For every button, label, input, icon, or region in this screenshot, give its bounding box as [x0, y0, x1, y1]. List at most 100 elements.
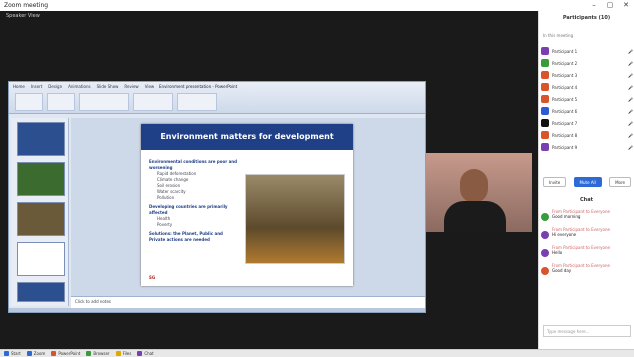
participant-row[interactable]: Participant 8 🎤	[541, 129, 633, 141]
slide-thumbnail[interactable]	[17, 202, 65, 236]
participant-row[interactable]: Participant 4 🎤	[541, 81, 633, 93]
avatar	[541, 131, 549, 139]
participant-name: Participant 3	[552, 72, 578, 78]
bullet: Developing countries are primarily affec…	[149, 204, 228, 215]
close-button[interactable]: ✕	[618, 0, 634, 11]
speaker-video[interactable]	[426, 153, 532, 232]
message-text: From Participant to Everyone Good morning	[552, 209, 610, 221]
avatar	[541, 47, 549, 55]
mic-icon[interactable]: 🎤	[628, 97, 633, 102]
current-slide[interactable]: Environment matters for development Envi…	[141, 124, 353, 286]
taskbar-item[interactable]: Chat	[137, 351, 154, 356]
chat-message: From Participant to Everyone Good day	[541, 263, 633, 275]
slide-thumbnail[interactable]	[17, 122, 65, 156]
sub-bullet: Poverty	[157, 222, 173, 227]
mic-icon[interactable]: 🎤	[628, 49, 633, 54]
slide-thumbnail[interactable]	[17, 242, 65, 276]
chat-message: From Participant to Everyone Hi everyone	[541, 227, 633, 239]
tab-animations[interactable]: Animations	[68, 84, 90, 89]
slide-photo	[245, 174, 345, 264]
participant-name: Participant 6	[552, 108, 578, 114]
window-controls: – ▢ ✕	[586, 0, 634, 11]
app-icon	[51, 351, 57, 356]
doc-title: Environment presentation - PowerPoint	[159, 84, 238, 89]
chat-message: From Participant to Everyone Hello	[541, 245, 633, 257]
participant-list: Participant 1 🎤 Participant 2 🎤 Participant …	[541, 45, 633, 153]
ppt-ribbon: Home Insert Design Animations Slide Show…	[9, 82, 425, 114]
app-icon	[86, 351, 92, 356]
participant-name: Participant 5	[552, 96, 578, 102]
message-body: Good day	[552, 268, 572, 273]
mic-icon[interactable]: 🎤	[628, 85, 633, 90]
zoom-window: Zoom meeting – ▢ ✕ Speaker View Home Ins…	[0, 0, 634, 357]
avatar	[541, 107, 549, 115]
taskbar-item[interactable]: Browser	[86, 351, 110, 356]
mic-icon[interactable]: 🎤	[628, 145, 633, 150]
message-body: Hello	[552, 250, 563, 255]
chat-input[interactable]: Type message here...	[543, 325, 631, 337]
slide-thumbnails	[11, 118, 69, 306]
mute-all-button[interactable]: Mute All	[573, 177, 602, 187]
slide-thumbnail[interactable]	[17, 162, 65, 196]
avatar	[541, 95, 549, 103]
participant-name: Participant 8	[552, 132, 578, 138]
participants-title: Participants (10)	[562, 15, 611, 21]
tab-review[interactable]: Review	[124, 84, 138, 89]
avatar	[541, 213, 549, 221]
participant-name: Participant 1	[552, 48, 578, 54]
avatar	[541, 59, 549, 67]
participants-subtitle: In this meeting	[543, 33, 574, 38]
taskbar-item[interactable]: Files	[115, 351, 131, 356]
participant-row[interactable]: Participant 9 🎤	[541, 141, 633, 153]
taskbar-label: Zoom	[33, 351, 46, 356]
speaker-body	[444, 201, 506, 232]
participant-row[interactable]: Participant 5 🎤	[541, 93, 633, 105]
mic-icon[interactable]: 🎤	[628, 133, 633, 138]
mic-icon[interactable]: 🎤	[628, 73, 633, 78]
sub-bullet: Pollution	[157, 195, 175, 200]
taskbar-label: PowerPoint	[58, 351, 81, 356]
view-label[interactable]: Speaker View	[6, 13, 40, 19]
message-text: From Participant to Everyone Hello	[552, 245, 610, 257]
tab-view[interactable]: View	[145, 84, 155, 89]
ribbon-group[interactable]	[133, 93, 173, 111]
taskbar-label: Start	[11, 351, 21, 356]
slide-title: Environment matters for development	[141, 124, 353, 150]
taskbar-item[interactable]: Start	[4, 351, 21, 356]
participant-row[interactable]: Participant 6 🎤	[541, 105, 633, 117]
taskbar-item[interactable]: PowerPoint	[51, 351, 80, 356]
message-body: Good morning	[552, 214, 581, 219]
chat-messages: From Participant to Everyone Good morning…	[541, 209, 633, 281]
ribbon-group[interactable]	[79, 93, 129, 111]
participant-row[interactable]: Participant 3 🎤	[541, 69, 633, 81]
slide-thumbnail[interactable]	[17, 282, 65, 302]
ribbon-group[interactable]	[177, 93, 217, 111]
chat-message: From Participant to Everyone Good morning	[541, 209, 633, 221]
participant-row[interactable]: Participant 2 🎤	[541, 57, 633, 69]
participant-name: Participant 9	[552, 144, 578, 150]
taskbar-item[interactable]: Zoom	[26, 351, 46, 356]
tab-insert[interactable]: Insert	[31, 84, 42, 89]
participant-row[interactable]: Participant 1 🎤	[541, 45, 633, 57]
participant-name: Participant 4	[552, 84, 578, 90]
meeting-area: Speaker View Home Insert Design Animatio…	[0, 11, 538, 349]
window-titlebar: Zoom meeting – ▢ ✕	[0, 0, 634, 11]
ribbon-group[interactable]	[15, 93, 43, 111]
app-icon	[26, 351, 32, 356]
participant-name: Participant 7	[552, 120, 578, 126]
minimize-button[interactable]: –	[586, 0, 602, 11]
bullet: Solutions: the Planet, Public and Privat…	[149, 231, 223, 242]
invite-button[interactable]: Invite	[543, 177, 567, 187]
mic-icon[interactable]: 🎤	[628, 109, 633, 114]
ribbon-group[interactable]	[47, 93, 75, 111]
tab-home[interactable]: Home	[13, 84, 25, 89]
participant-actions: Invite Mute All More	[543, 177, 631, 187]
mic-icon[interactable]: 🎤	[628, 121, 633, 126]
maximize-button[interactable]: ▢	[602, 0, 618, 11]
participant-name: Participant 2	[552, 60, 578, 66]
participant-row[interactable]: Participant 7 🎤	[541, 117, 633, 129]
more-button[interactable]: More	[609, 177, 631, 187]
tab-slideshow[interactable]: Slide Show	[97, 84, 119, 89]
tab-design[interactable]: Design	[48, 84, 62, 89]
mic-icon[interactable]: 🎤	[628, 61, 633, 66]
